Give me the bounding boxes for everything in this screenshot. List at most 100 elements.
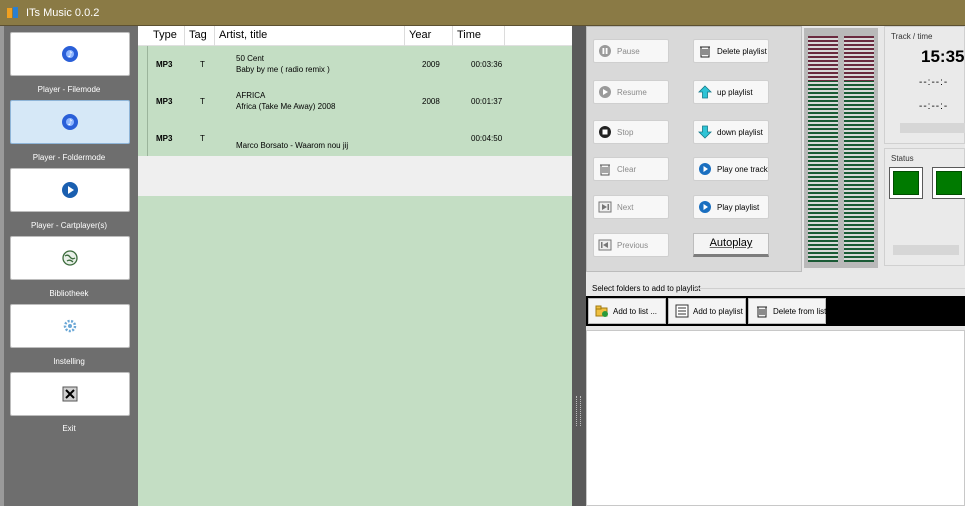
app-logo-icon <box>7 6 18 18</box>
next-button[interactable]: Next <box>593 195 669 219</box>
folder-section-title: Select folders to add to playlist <box>592 284 701 293</box>
down-playlist-button[interactable]: down playlist <box>693 120 769 144</box>
previous-button[interactable]: Previous <box>593 233 669 257</box>
status-lamp-1 <box>889 167 923 199</box>
playlist-table: Type Tag Artist, title Year Time MP3 T 5… <box>138 26 572 506</box>
sidebar-item-label: Player - Filemode <box>37 85 101 94</box>
pause-label: Pause <box>617 46 640 56</box>
sidebar-item-player-filemode[interactable]: ♪ <box>10 32 130 76</box>
down-playlist-label: down playlist <box>717 127 763 137</box>
table-row[interactable]: MP3 T Marco Borsato - Waarom nou jij 00:… <box>138 122 572 160</box>
play-icon <box>62 182 78 198</box>
cell-time: 00:04:50 <box>471 134 503 143</box>
status-panel: Status <box>884 148 965 266</box>
up-playlist-button[interactable]: up playlist <box>693 80 769 104</box>
column-header-time[interactable]: Time <box>453 26 505 46</box>
globe-icon <box>62 250 78 266</box>
cell-artist: 50 Cent <box>236 54 265 63</box>
column-header-year[interactable]: Year <box>405 26 453 46</box>
playlist-add-icon <box>675 304 689 318</box>
table-row[interactable]: MP3 T AFRICA Africa (Take Me Away) 2008 … <box>138 84 572 122</box>
play-icon <box>698 162 712 176</box>
cell-type: MP3 <box>156 97 173 106</box>
sidebar-item-instelling[interactable] <box>10 304 130 348</box>
cell-type: MP3 <box>156 60 173 69</box>
delete-playlist-button[interactable]: Delete playlist <box>693 39 769 63</box>
folder-selection: Select folders to add to playlist Add to… <box>586 280 965 506</box>
vu-meter-right-peak <box>844 36 874 81</box>
arrow-up-icon <box>698 85 712 99</box>
up-playlist-label: up playlist <box>717 87 753 97</box>
elapsed-time: --:--:- <box>919 77 949 88</box>
list-empty-row <box>138 156 572 196</box>
play-playlist-label: Play playlist <box>717 202 760 212</box>
add-to-playlist-button[interactable]: Add to playlist <box>668 298 746 324</box>
sidebar-item-bibliotheek[interactable] <box>10 236 130 280</box>
cell-tag: T <box>200 60 205 69</box>
panel-splitter[interactable] <box>572 26 586 506</box>
add-to-list-button[interactable]: Add to list ... <box>588 298 666 324</box>
column-header-type[interactable]: Type <box>138 26 185 46</box>
cell-year: 2009 <box>422 60 440 69</box>
sidebar-item-player-cartplayer[interactable] <box>10 168 130 212</box>
pause-button[interactable]: Pause <box>593 39 669 63</box>
play-one-track-label: Play one track <box>717 164 768 174</box>
cell-title: Marco Borsato - Waarom nou jij <box>236 141 349 150</box>
clear-label: Clear <box>617 164 637 174</box>
cell-title: Baby by me ( radio remix ) <box>236 65 330 74</box>
svg-text:♪: ♪ <box>67 118 72 127</box>
sidebar-item-exit[interactable] <box>10 372 130 416</box>
stop-button[interactable]: Stop <box>593 120 669 144</box>
trash-icon <box>698 44 712 58</box>
sidebar-item-player-foldermode[interactable]: ♪ <box>10 100 130 144</box>
cell-title: Africa (Take Me Away) 2008 <box>236 102 336 111</box>
table-header: Type Tag Artist, title Year Time <box>138 26 572 46</box>
delete-playlist-label: Delete playlist <box>717 46 767 56</box>
clear-button[interactable]: Clear <box>593 157 669 181</box>
previous-icon <box>598 238 612 252</box>
trash-icon <box>598 162 612 176</box>
next-icon <box>598 200 612 214</box>
folder-toolbar: Add to list ... Add to playlist Delete f… <box>586 296 965 326</box>
status-bar <box>893 245 959 255</box>
svg-text:♪: ♪ <box>67 50 72 59</box>
column-header-tag[interactable]: Tag <box>185 26 215 46</box>
resume-label: Resume <box>617 87 647 97</box>
app-window: ITs Music 0.0.2 ♪ Player - Filemode ♪ Pl… <box>0 0 965 506</box>
add-to-playlist-label: Add to playlist <box>693 306 743 316</box>
window-title: ITs Music 0.0.2 <box>26 6 100 19</box>
previous-label: Previous <box>617 240 649 250</box>
track-time-title: Track / time <box>891 32 933 41</box>
folder-list[interactable] <box>586 330 965 506</box>
sidebar-item-label: Bibliotheek <box>49 289 89 298</box>
track-time-panel: Track / time 15:35 --:--:- --:--:- <box>884 26 965 144</box>
cell-time: 00:03:36 <box>471 60 503 69</box>
status-title: Status <box>891 154 914 163</box>
pause-icon <box>598 44 612 58</box>
transport-controls: Pause Resume Stop Clear Next Previous De… <box>586 26 802 272</box>
delete-from-list-label: Delete from list <box>773 306 827 316</box>
cell-year: 2008 <box>422 97 440 106</box>
play-one-track-button[interactable]: Play one track <box>693 157 769 181</box>
trash-icon <box>755 304 769 318</box>
splitter-grip[interactable] <box>576 396 581 426</box>
delete-from-list-button[interactable]: Delete from list <box>748 298 826 324</box>
clock-display: 15:35 <box>921 47 965 66</box>
sidebar-item-label: Player - Cartplayer(s) <box>30 221 107 230</box>
track-progress-bar <box>900 123 965 133</box>
folder-add-icon <box>595 304 609 318</box>
resume-button[interactable]: Resume <box>593 80 669 104</box>
cell-artist: AFRICA <box>236 91 266 100</box>
column-header-artist-title[interactable]: Artist, title <box>215 26 405 46</box>
sidebar-edge <box>0 26 4 506</box>
cell-type: MP3 <box>156 134 173 143</box>
sidebar: ♪ Player - Filemode ♪ Player - Foldermod… <box>0 26 138 506</box>
autoplay-button[interactable]: Autoplay <box>693 233 769 257</box>
status-lamp-2 <box>932 167 965 199</box>
autoplay-label: Autoplay <box>709 237 753 249</box>
table-row[interactable]: MP3 T 50 Cent Baby by me ( radio remix )… <box>138 46 572 84</box>
cell-time: 00:01:37 <box>471 97 503 106</box>
play-playlist-button[interactable]: Play playlist <box>693 195 769 219</box>
folder-divider <box>694 288 965 289</box>
cell-tag: T <box>200 134 205 143</box>
